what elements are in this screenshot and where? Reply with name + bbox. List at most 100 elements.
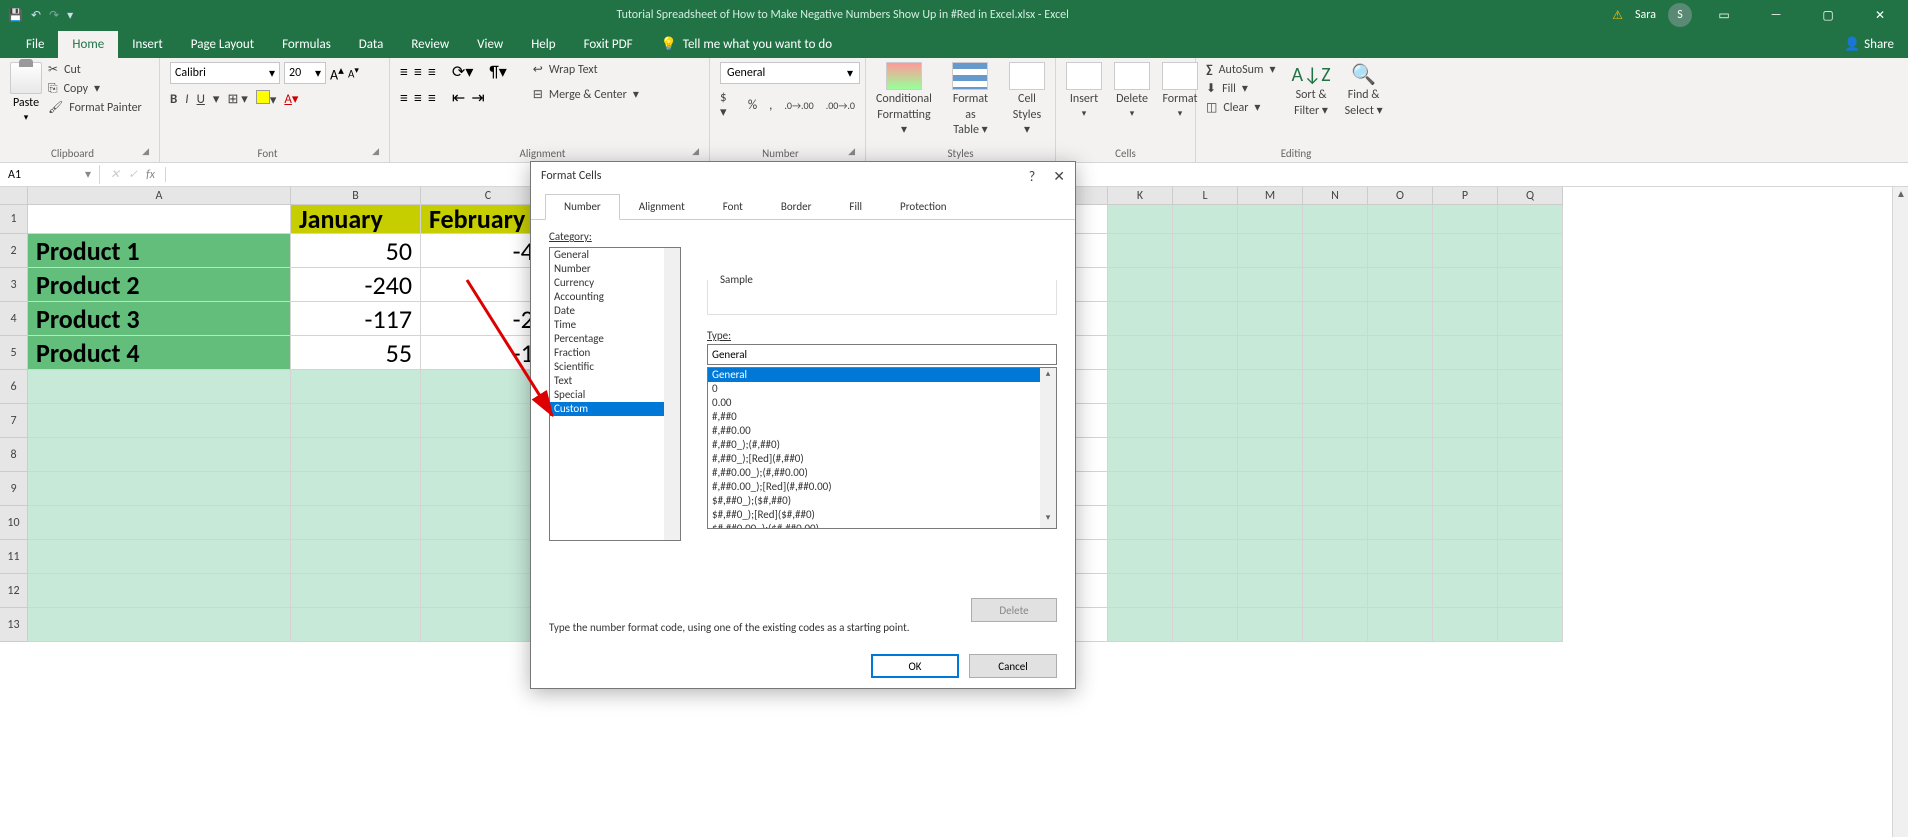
column-header[interactable]: L — [1173, 187, 1238, 205]
cell[interactable] — [1108, 336, 1173, 370]
cell[interactable] — [291, 438, 421, 472]
ok-button[interactable]: OK — [871, 654, 959, 678]
paste-button[interactable]: Paste ▾ — [10, 62, 42, 123]
cell[interactable] — [1433, 574, 1498, 608]
category-item[interactable]: Date — [550, 304, 680, 318]
cell[interactable] — [1303, 336, 1368, 370]
cell[interactable] — [1173, 574, 1238, 608]
cell[interactable] — [1368, 336, 1433, 370]
row-header[interactable]: 1 — [0, 205, 28, 234]
align-right-icon[interactable]: ≡ — [428, 89, 436, 108]
category-item[interactable]: Scientific — [550, 360, 680, 374]
cut-button[interactable]: ✂Cut — [48, 62, 142, 77]
alignment-launcher-icon[interactable]: ◢ — [685, 146, 699, 160]
cell[interactable] — [1498, 205, 1563, 234]
cell[interactable] — [1238, 438, 1303, 472]
cell[interactable] — [28, 438, 291, 472]
save-icon[interactable]: 💾 — [8, 8, 23, 23]
category-item[interactable]: Currency — [550, 276, 680, 290]
cell[interactable] — [1368, 404, 1433, 438]
cell[interactable] — [28, 370, 291, 404]
cell[interactable] — [1433, 205, 1498, 234]
cell[interactable] — [1108, 506, 1173, 540]
cell[interactable] — [1368, 574, 1433, 608]
font-launcher-icon[interactable]: ◢ — [365, 146, 379, 160]
cell[interactable] — [1498, 234, 1563, 268]
cell[interactable] — [1238, 370, 1303, 404]
tab-help[interactable]: Help — [517, 31, 569, 58]
cell[interactable] — [1433, 234, 1498, 268]
conditional-formatting-button[interactable]: ConditionalFormatting ▾ — [876, 62, 932, 139]
type-item[interactable]: $#,##0_);[Red]($#,##0) — [708, 508, 1056, 522]
category-item[interactable]: Number — [550, 262, 680, 276]
cell[interactable] — [1238, 336, 1303, 370]
cell[interactable] — [1368, 472, 1433, 506]
cell[interactable] — [1303, 608, 1368, 642]
underline-button[interactable]: U — [197, 92, 205, 107]
category-item[interactable]: Percentage — [550, 332, 680, 346]
text-direction-icon[interactable]: ¶▾ — [489, 62, 506, 82]
tab-file[interactable]: File — [12, 31, 58, 58]
cell[interactable] — [1303, 302, 1368, 336]
column-header[interactable]: O — [1368, 187, 1433, 205]
column-header[interactable]: N — [1303, 187, 1368, 205]
cell[interactable] — [1368, 370, 1433, 404]
row-header[interactable]: 8 — [0, 438, 28, 472]
tab-page-layout[interactable]: Page Layout — [177, 31, 268, 58]
cell[interactable] — [28, 205, 291, 234]
cell[interactable] — [1433, 438, 1498, 472]
cell[interactable]: Product 2 — [28, 268, 291, 302]
cell[interactable]: January — [291, 205, 421, 234]
align-bottom-icon[interactable]: ≡ — [428, 63, 436, 82]
cell[interactable] — [1498, 506, 1563, 540]
format-cells-button[interactable]: Format▾ — [1162, 62, 1198, 119]
cell[interactable] — [1108, 574, 1173, 608]
font-size-select[interactable]: 20▾ — [284, 62, 326, 84]
cell[interactable] — [1238, 472, 1303, 506]
cell[interactable] — [1303, 370, 1368, 404]
cell[interactable] — [291, 540, 421, 574]
autosum-button[interactable]: ∑ AutoSum ▾ — [1206, 62, 1276, 77]
increase-indent-icon[interactable]: ⇥ — [471, 88, 484, 108]
cell[interactable] — [1173, 302, 1238, 336]
cell[interactable] — [1498, 404, 1563, 438]
cell[interactable]: 50 — [291, 234, 421, 268]
cell[interactable] — [291, 472, 421, 506]
dialog-tab-fill[interactable]: Fill — [830, 194, 881, 219]
cell[interactable] — [1368, 205, 1433, 234]
percent-format-button[interactable]: % — [748, 98, 757, 113]
cell[interactable] — [291, 404, 421, 438]
cell[interactable] — [1303, 205, 1368, 234]
accounting-format-button[interactable]: $ ▾ — [720, 90, 736, 120]
row-header[interactable]: 11 — [0, 540, 28, 574]
type-item[interactable]: 0.00 — [708, 396, 1056, 410]
cell[interactable] — [1108, 608, 1173, 642]
cell[interactable] — [1498, 302, 1563, 336]
cell[interactable] — [1498, 268, 1563, 302]
delete-cells-button[interactable]: Delete▾ — [1114, 62, 1150, 119]
column-header[interactable]: B — [291, 187, 421, 205]
cell[interactable] — [1368, 234, 1433, 268]
cell[interactable] — [28, 472, 291, 506]
cell[interactable] — [1498, 472, 1563, 506]
type-item[interactable]: #,##0.00_);[Red](#,##0.00) — [708, 480, 1056, 494]
tab-foxit[interactable]: Foxit PDF — [570, 31, 647, 58]
cell[interactable]: Product 4 — [28, 336, 291, 370]
cell[interactable] — [1173, 336, 1238, 370]
cell[interactable] — [1173, 506, 1238, 540]
tab-home[interactable]: Home — [58, 31, 118, 58]
decrease-decimal-icon[interactable]: .00→.0 — [826, 99, 855, 112]
cell[interactable] — [1303, 438, 1368, 472]
align-center-icon[interactable]: ≡ — [414, 89, 422, 108]
decrease-indent-icon[interactable]: ⇤ — [452, 88, 465, 108]
minimize-icon[interactable]: — — [1756, 8, 1796, 22]
cell[interactable] — [291, 506, 421, 540]
cell[interactable] — [1368, 608, 1433, 642]
type-item[interactable]: 0 — [708, 382, 1056, 396]
cancel-edit-icon[interactable]: ✕ — [110, 167, 120, 182]
cell[interactable] — [1303, 404, 1368, 438]
format-painter-button[interactable]: 🖌Format Painter — [48, 100, 142, 115]
row-header[interactable]: 9 — [0, 472, 28, 506]
cell[interactable] — [1108, 472, 1173, 506]
tab-view[interactable]: View — [463, 31, 517, 58]
